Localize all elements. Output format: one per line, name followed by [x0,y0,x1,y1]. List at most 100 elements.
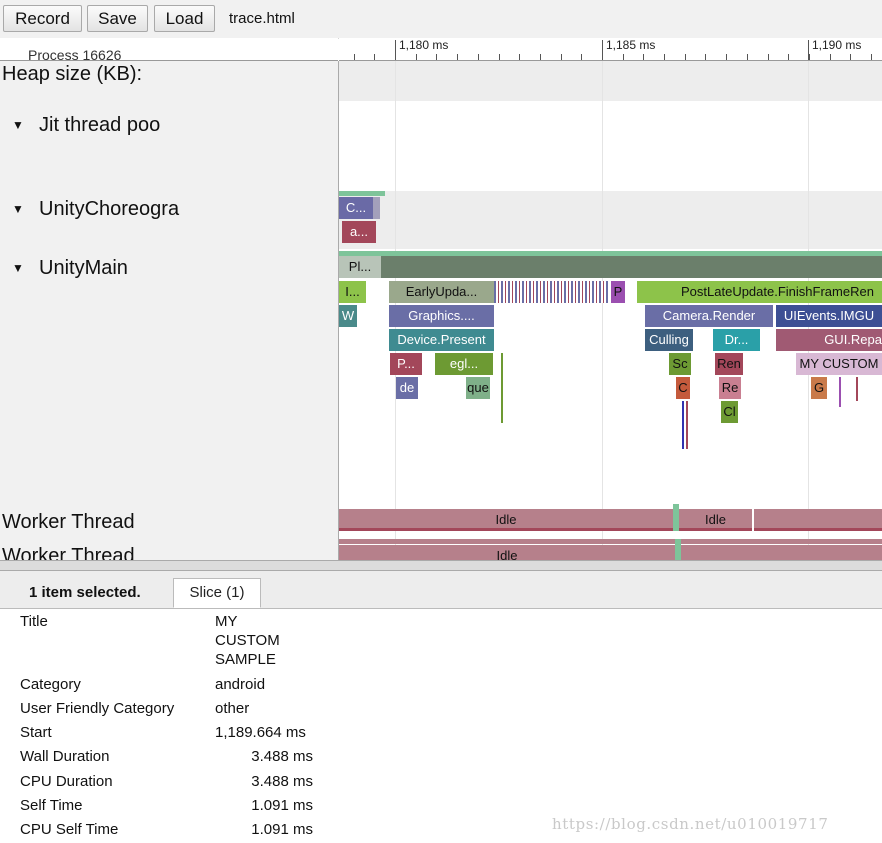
slice-stick[interactable] [501,353,503,423]
track-title-worker-1: Worker Thread [2,511,135,533]
track-title-jit: Jit thread poo [39,114,161,136]
slice[interactable]: GUI.Repa [776,329,882,351]
ruler-tick-label: 1,190 ms [812,38,862,52]
detail-key: Self Time [20,797,83,814]
ruler-tick-label: 1,185 ms [606,38,656,52]
watermark: https://blog.csdn.net/u010019717 [552,815,829,833]
ruler-minor-tick [436,54,437,60]
track-title-choreographer: UnityChoreogra [39,198,180,220]
detail-value: android [215,676,266,693]
ruler-minor-tick [685,54,686,60]
ruler-minor-tick [850,54,851,60]
track-title-unitymain: UnityMain [39,257,128,279]
ruler-minor-tick [747,54,748,60]
slice-idle[interactable] [754,509,882,531]
slice-my-custom-sample[interactable]: MY CUSTOM [796,353,882,375]
detail-key: User Friendly Category [20,700,175,717]
ruler-minor-tick [581,54,582,60]
slice-idle[interactable] [681,545,882,560]
record-button[interactable]: Record [3,5,82,32]
ruler-minor-tick [354,54,355,60]
detail-value: 1,189.664 ms [215,724,306,741]
ruler-minor-tick [416,54,417,60]
ruler-minor-tick [788,54,789,60]
ruler-minor-tick [519,54,520,60]
tab-slice[interactable]: Slice (1) [173,578,261,608]
detail-title-line: CUSTOM [215,632,280,649]
selection-summary: 1 item selected. [29,584,141,601]
slice-idle[interactable]: Idle [339,509,673,531]
slice-idle[interactable]: Idle [339,545,675,560]
track-title-worker-2: Worker Thread [2,545,135,560]
slice[interactable]: Ren [715,353,743,375]
slice[interactable]: Pl... [339,256,381,278]
slice[interactable]: Device.Present [389,329,494,351]
slice[interactable]: Cl [721,401,738,423]
slice[interactable]: G [811,377,827,399]
slice[interactable]: W [339,305,357,327]
slice-stick[interactable] [856,377,858,401]
ruler-minor-tick [768,54,769,60]
detail-key: Title [20,613,48,630]
slice[interactable] [381,256,882,278]
slice[interactable]: P... [390,353,422,375]
ruler-minor-tick [705,54,706,60]
detail-value: 1.091 ms [251,797,313,814]
ruler-minor-tick [478,54,479,60]
detail-value: 3.488 ms [251,748,313,765]
save-button[interactable]: Save [87,5,148,32]
slice[interactable]: egl... [435,353,493,375]
load-button[interactable]: Load [154,5,215,32]
expand-triangle-icon[interactable]: ▼ [12,202,24,216]
slice-stick[interactable] [839,377,841,407]
toolbar: Record Save Load trace.html [0,0,882,39]
ruler-minor-tick [871,54,872,60]
slice[interactable]: Dr... [713,329,760,351]
ruler-minor-tick [664,54,665,60]
ruler-process-header: Process 16626 [0,38,338,61]
slice[interactable] [339,191,385,196]
detail-value: other [215,700,250,717]
slice[interactable]: Camera.Render [645,305,773,327]
slice[interactable]: Re [719,377,741,399]
slice[interactable] [339,539,882,544]
slice[interactable]: C... [339,197,373,219]
slice-stick[interactable] [686,401,688,449]
ruler-minor-tick [499,54,500,60]
slice[interactable]: P [611,281,625,303]
slice[interactable]: EarlyUpda... [389,281,494,303]
slice[interactable] [373,197,380,219]
slice[interactable]: Sc [669,353,691,375]
ruler-minor-tick [830,54,831,60]
detail-key: CPU Duration [20,773,113,790]
heap-track-band [339,61,882,101]
expand-triangle-icon[interactable]: ▼ [12,118,24,132]
ruler-minor-tick [540,54,541,60]
ruler-minor-tick [395,54,396,60]
track-title-heap: Heap size (KB): [2,63,143,85]
slice[interactable]: UIEvents.IMGU [776,305,882,327]
slice[interactable]: C [676,377,690,399]
slice[interactable]: Graphics.... [389,305,494,327]
time-ruler[interactable]: 1,180 ms 1,185 ms 1,190 ms [339,38,882,61]
ruler-minor-tick [809,54,810,60]
detail-key: Start [20,724,52,741]
slice[interactable]: Culling [645,329,693,351]
slice-stick[interactable] [682,401,684,449]
expand-triangle-icon[interactable]: ▼ [12,261,24,275]
slice[interactable]: que [466,377,490,399]
ruler-tick-label: 1,180 ms [399,38,449,52]
process-label: Process 16626 [28,47,122,61]
slice[interactable]: de [396,377,418,399]
detail-key: Category [20,676,81,693]
slice-cluster[interactable] [494,281,609,303]
ruler-minor-tick [561,54,562,60]
track-headers: Heap size (KB): ▼ Jit thread poo ▼ Unity… [0,61,339,560]
slice-idle[interactable]: Idle [679,509,752,531]
slice[interactable]: a... [342,221,376,243]
slice[interactable]: PostLateUpdate.FinishFrameRen [637,281,882,303]
slice[interactable]: I... [339,281,366,303]
ruler-minor-tick [623,54,624,60]
panel-resize-handle[interactable] [0,560,882,571]
track-area[interactable]: C... a... Pl... I... EarlyUpda... P Post… [339,61,882,560]
